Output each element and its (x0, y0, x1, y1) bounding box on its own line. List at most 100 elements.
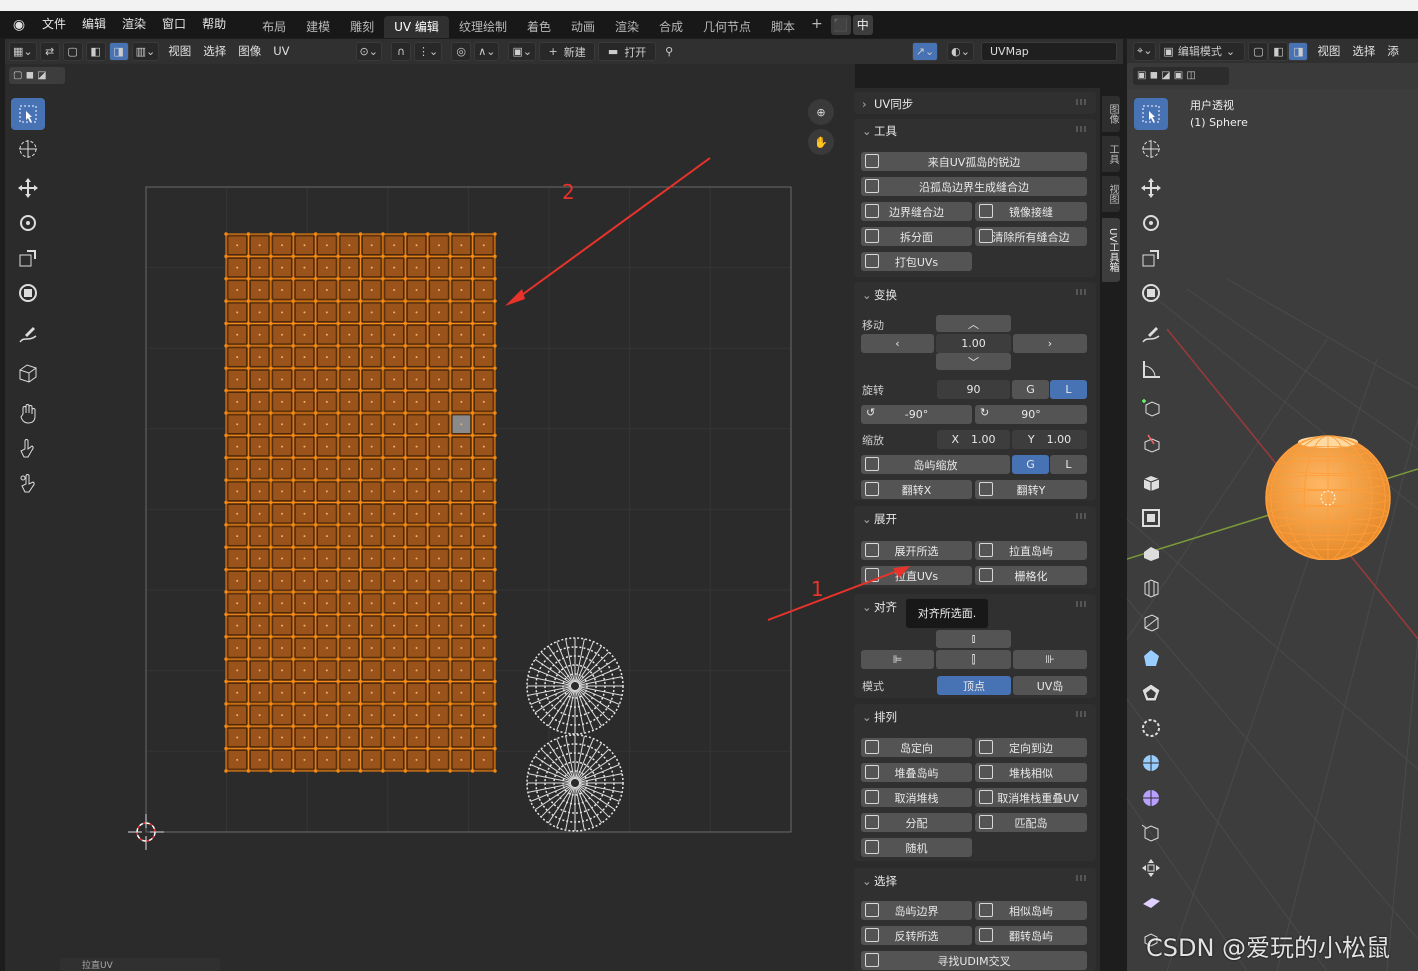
drag-grip-icon[interactable] (1076, 99, 1088, 105)
3d-menu-select[interactable]: 选择 (1346, 39, 1381, 64)
snap-target-icon[interactable]: ⋮⌄ (413, 42, 443, 61)
pivot-icon[interactable]: ⊙⌄ (355, 42, 382, 61)
menu-select[interactable]: 选择 (197, 39, 232, 64)
drag-grip-icon[interactable] (1076, 711, 1088, 717)
rotate-minus-90-button[interactable]: ↺ -90° (861, 405, 972, 424)
menu-help[interactable]: 帮助 (194, 11, 234, 38)
poly-build-tool-icon[interactable] (1134, 607, 1168, 639)
align-center-button[interactable]: ⫿ (936, 650, 1011, 669)
blender-logo-icon[interactable]: ◉ (10, 16, 28, 34)
stack-similar-button[interactable]: 堆栈相似 (975, 763, 1087, 782)
3d-scale-tool-icon[interactable] (1134, 242, 1168, 274)
tab-layout[interactable]: 布局 (252, 16, 296, 38)
3d-select-box-tool-icon[interactable] (1134, 98, 1168, 130)
pan-hand-icon[interactable]: ✋ (808, 129, 834, 155)
uv-sync-section[interactable]: › UV同步 (854, 92, 1096, 114)
unwrap-selected-button[interactable]: 展开所选 (861, 541, 972, 560)
open-image-button[interactable]: ▬ 打开 (598, 42, 657, 61)
sphere-mesh[interactable] (1264, 432, 1392, 560)
menu-window[interactable]: 窗口 (154, 11, 194, 38)
orient-island-button[interactable]: 岛定向 (861, 738, 972, 757)
align-left-button[interactable]: ⊫ (861, 650, 934, 669)
move-value-field[interactable]: 1.00 (936, 334, 1011, 353)
grab-tool-icon[interactable] (11, 397, 45, 429)
island-scale-button[interactable]: 岛屿缩放 (861, 455, 1010, 474)
seams-from-islands-button[interactable]: 来自UV孤岛的锐边 (861, 152, 1087, 171)
tab-shading[interactable]: 着色 (517, 16, 561, 38)
flip-island-button[interactable]: 翻转岛屿 (975, 926, 1087, 945)
snap-icon[interactable]: ∩ (390, 42, 411, 61)
align-mode-island-button[interactable]: UV岛 (1013, 676, 1087, 695)
rotate-local-button[interactable]: L (1050, 380, 1087, 399)
smooth-tool-icon[interactable] (1134, 677, 1168, 709)
operator-panel[interactable]: 拉直UV (60, 958, 220, 971)
distribute-button[interactable]: 分配 (861, 813, 972, 832)
tab-scripting[interactable]: 脚本 (761, 16, 805, 38)
3d-transform-tool-icon[interactable] (1134, 277, 1168, 309)
stack-islands-button[interactable]: 堆叠岛屿 (861, 763, 972, 782)
add-workspace-button[interactable]: + (805, 11, 829, 38)
editor-type-3d-icon[interactable]: ⌖⌄ (1133, 41, 1157, 61)
uv-sync-icon[interactable]: ⇄ (39, 42, 60, 61)
scale-tool-icon[interactable] (11, 242, 45, 274)
tab-image[interactable]: 图像 (1102, 96, 1120, 132)
pin-icon[interactable]: ⚲ (659, 42, 679, 61)
drag-grip-icon[interactable] (1076, 601, 1088, 607)
3d-rotate-tool-icon[interactable] (1134, 207, 1168, 239)
to-sphere-tool-icon[interactable] (1134, 782, 1168, 814)
mirror-seams-button[interactable]: 镜像接缝 (975, 202, 1087, 221)
3d-cursor-tool-icon[interactable] (1134, 133, 1168, 165)
bevel-tool-icon[interactable] (1134, 502, 1168, 534)
select-mode-face-icon[interactable]: ◨ (108, 42, 129, 61)
vertex-slide-tool-icon[interactable] (1134, 852, 1168, 884)
editor-type-icon[interactable]: ▦⌄ (9, 42, 37, 61)
tab-rendering[interactable]: 渲染 (605, 16, 649, 38)
tab-modeling[interactable]: 建模 (296, 16, 340, 38)
select-mode-edge-icon[interactable]: ◧ (85, 42, 106, 61)
inset-tool-icon[interactable] (1134, 467, 1168, 499)
unstack-button[interactable]: 取消堆栈 (861, 788, 972, 807)
select-mode-group-icon[interactable]: ▣ ◼ ◪ ▣ ◫ (1133, 67, 1229, 85)
rotate-plus-90-button[interactable]: ↻ 90° (975, 405, 1087, 424)
tab-tool[interactable]: 工具 (1102, 136, 1120, 172)
match-island-button[interactable]: 匹配岛 (975, 813, 1087, 832)
rip-region-tool-icon[interactable] (1134, 817, 1168, 849)
border-seams-button[interactable]: 边界缝合边 (861, 202, 972, 221)
rotate-global-button[interactable]: G (1012, 380, 1049, 399)
flip-y-button[interactable]: 翻转Y (975, 480, 1087, 499)
face-select-icon[interactable]: ◨ (1288, 41, 1309, 61)
align-mode-vertex-button[interactable]: 顶点 (937, 676, 1011, 695)
move-up-button[interactable]: ︿ (936, 315, 1011, 332)
island-scale-local-button[interactable]: L (1050, 455, 1087, 474)
menu-file[interactable]: 文件 (34, 11, 74, 38)
move-left-button[interactable]: ‹ (861, 334, 934, 353)
tab-texture-paint[interactable]: 纹理绘制 (449, 16, 517, 38)
3d-move-tool-icon[interactable] (1134, 172, 1168, 204)
seams-island-border-button[interactable]: 沿孤岛边界生成缝合边 (861, 177, 1087, 196)
display-channels-icon[interactable]: ↗⌄ (911, 42, 939, 61)
orient-to-edge-button[interactable]: 定向到边 (975, 738, 1087, 757)
rotate-value-field[interactable]: 90 (937, 380, 1010, 399)
find-udim-button[interactable]: 寻找UDIM交叉 (861, 951, 1087, 970)
edge-slide-tool-icon[interactable] (1134, 887, 1168, 919)
knife-tool-icon[interactable] (1134, 572, 1168, 604)
drag-grip-icon[interactable] (1076, 126, 1088, 132)
language-toggle[interactable]: 中 (852, 14, 873, 35)
add-cube-tool-icon[interactable] (1134, 392, 1168, 424)
tab-compositing[interactable]: 合成 (649, 16, 693, 38)
island-scale-global-button[interactable]: G (1012, 455, 1049, 474)
spin-tool-icon[interactable] (1134, 642, 1168, 674)
select-mode-vertex-icon[interactable]: ▢ (62, 42, 83, 61)
pack-uvs-button[interactable]: 打包UVs (861, 252, 972, 271)
shrink-fatten-tool-icon[interactable] (1134, 712, 1168, 744)
cursor-tool-icon[interactable] (11, 133, 45, 165)
invert-select-button[interactable]: 反转所选 (861, 926, 972, 945)
tab-uv-toolbox[interactable]: UV工具箱 (1102, 218, 1120, 282)
rotate-tool-icon[interactable] (11, 207, 45, 239)
falloff-icon[interactable]: ∧⌄ (474, 42, 500, 61)
proportional-edit-icon[interactable]: ◎ (451, 42, 472, 61)
annotate-tool-icon[interactable] (11, 318, 45, 350)
tab-sculpting[interactable]: 雕刻 (340, 16, 384, 38)
align-right-button[interactable]: ⊪ (1013, 650, 1087, 669)
split-faces-button[interactable]: 拆分面 (861, 227, 972, 246)
